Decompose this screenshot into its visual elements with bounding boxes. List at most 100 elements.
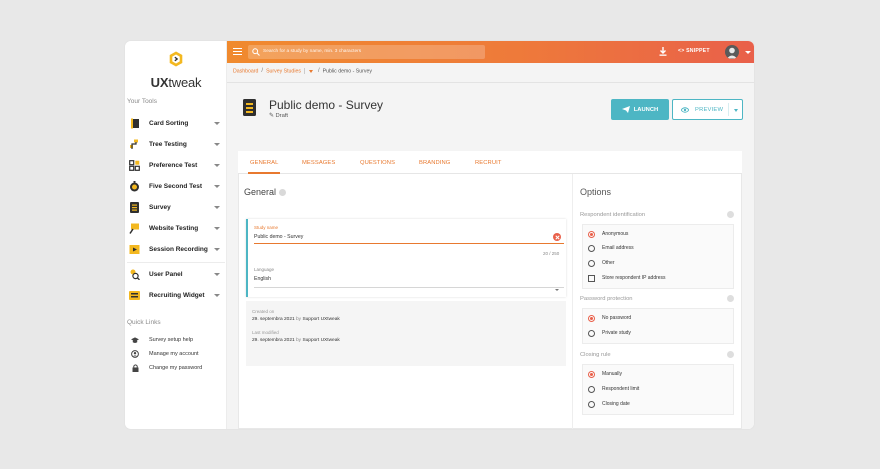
chevron-down-icon[interactable]: [214, 206, 220, 209]
quick-link-survey-setup-help[interactable]: Survey setup help: [125, 334, 227, 346]
radio-button[interactable]: [588, 259, 595, 267]
help-icon[interactable]: [727, 295, 734, 302]
nav-label: Card Sorting: [149, 119, 189, 127]
radio-button[interactable]: [588, 370, 595, 378]
quick-link-manage-account[interactable]: Manage my account: [125, 348, 227, 360]
radio-button[interactable]: [588, 385, 595, 393]
checkbox-store-ip[interactable]: Store respondent IP address: [588, 274, 666, 282]
help-icon[interactable]: [727, 211, 734, 218]
section-title-tools: Your Tools: [127, 98, 157, 105]
closing-rule-box: Manually Respondent limit Closing date: [582, 364, 734, 415]
checkbox[interactable]: [588, 274, 595, 282]
chevron-down-icon[interactable]: [214, 227, 220, 230]
help-icon[interactable]: [727, 351, 734, 358]
radio-manually[interactable]: Manually: [588, 370, 622, 378]
radio-button[interactable]: [588, 400, 595, 408]
chevron-down-icon[interactable]: [555, 289, 559, 291]
chevron-down-icon[interactable]: [214, 185, 220, 188]
chevron-down-icon[interactable]: [214, 122, 220, 125]
tab-questions[interactable]: QUESTIONS: [360, 160, 395, 166]
launch-button[interactable]: LAUNCH: [611, 99, 669, 120]
breadcrumb-survey-studies[interactable]: Survey Studies: [266, 68, 301, 74]
modified-label: Last modified: [252, 330, 279, 335]
nav-item-card-sorting[interactable]: Card Sorting: [125, 113, 227, 134]
nav-item-preference-test[interactable]: Preference Test: [125, 155, 227, 176]
recruiting-widget-icon: [129, 290, 140, 301]
preference-test-icon: [129, 160, 140, 171]
closing-rule-title: Closing rule: [580, 352, 611, 358]
chevron-down-icon[interactable]: [214, 273, 220, 276]
radio-closing-date[interactable]: Closing date: [588, 400, 630, 408]
survey-icon: [129, 202, 140, 213]
sidebar: UXtweak Your Tools Card Sorting Tree Tes…: [125, 41, 227, 429]
radio-button[interactable]: [588, 244, 595, 252]
general-form: Study name Public demo - Survey 20 / 250…: [246, 219, 566, 297]
chevron-down-icon[interactable]: [214, 248, 220, 251]
radio-respondent-limit[interactable]: Respondent limit: [588, 385, 639, 393]
nav-item-tree-testing[interactable]: Tree Testing: [125, 134, 227, 155]
option-label: Private study: [602, 330, 631, 336]
radio-button[interactable]: [588, 314, 595, 322]
chevron-down-icon[interactable]: [214, 294, 220, 297]
nav-item-recruiting-widget[interactable]: Recruiting Widget: [125, 285, 227, 306]
breadcrumb-dashboard[interactable]: Dashboard: [233, 68, 258, 74]
tab-general[interactable]: GENERAL: [247, 160, 281, 174]
tab-recruit[interactable]: RECRUIT: [475, 160, 501, 166]
clear-icon[interactable]: [553, 233, 561, 241]
language-select[interactable]: English: [254, 276, 271, 282]
radio-no-password[interactable]: No password: [588, 314, 631, 322]
preview-label: PREVIEW: [695, 107, 724, 113]
option-label: Anonymous: [602, 231, 629, 237]
nav-item-session-recording[interactable]: Session Recording: [125, 239, 227, 260]
quick-link-change-password[interactable]: Change my password: [125, 362, 227, 374]
divider: [127, 262, 225, 263]
study-name-label: Study name: [254, 225, 279, 230]
nav-label: Preference Test: [149, 161, 198, 169]
nav-item-user-panel[interactable]: User Panel: [125, 264, 227, 285]
radio-button[interactable]: [588, 230, 595, 238]
radio-button[interactable]: [588, 329, 595, 337]
radio-email-address[interactable]: Email address: [588, 244, 634, 252]
graduation-cap-icon: [131, 336, 139, 344]
option-label: No password: [602, 315, 632, 321]
respondent-identification-box: Anonymous Email address Other Store resp…: [582, 224, 734, 289]
search-input[interactable]: Search for a study by name, min. 3 chara…: [248, 45, 485, 59]
breadcrumb-current: Public demo - Survey: [322, 68, 372, 75]
snippet-button[interactable]: <> SNIPPET: [678, 48, 710, 54]
chevron-down-icon[interactable]: [745, 51, 751, 54]
status-badge: ✎ Draft: [269, 113, 288, 119]
nav-label: User Panel: [149, 270, 183, 278]
option-label: Other: [602, 260, 615, 266]
help-icon[interactable]: [279, 189, 287, 197]
search-placeholder: Search for a study by name, min. 3 chara…: [263, 49, 362, 54]
preview-button[interactable]: PREVIEW: [672, 99, 743, 120]
avatar[interactable]: [725, 45, 739, 59]
chevron-down-icon[interactable]: [734, 109, 738, 112]
study-name-field[interactable]: Public demo - Survey: [254, 234, 303, 240]
nav-label: Session Recording: [149, 245, 208, 253]
nav-item-website-testing[interactable]: Website Testing: [125, 218, 227, 239]
download-icon[interactable]: [659, 47, 667, 56]
nav-item-survey[interactable]: Survey: [125, 197, 227, 218]
radio-other[interactable]: Other: [588, 259, 615, 267]
divider: [572, 174, 573, 429]
radio-private-study[interactable]: Private study: [588, 329, 631, 337]
hamburger-menu-icon[interactable]: [233, 48, 242, 56]
nav-label: Recruiting Widget: [149, 291, 205, 299]
nav-item-five-second-test[interactable]: Five Second Test: [125, 176, 227, 197]
tab-messages[interactable]: MESSAGES: [302, 160, 335, 166]
section-title-quick-links: Quick Links: [127, 319, 161, 326]
main-content: Dashboard / Survey Studies / Public demo - S…: [227, 63, 754, 429]
tab-branding[interactable]: BRANDING: [419, 160, 450, 166]
launch-label: LAUNCH: [633, 106, 659, 113]
search-icon: [252, 48, 260, 56]
option-label: Store respondent IP address: [602, 275, 666, 281]
respondent-identification-title: Respondent identification: [580, 212, 646, 218]
chevron-down-icon[interactable]: [214, 143, 220, 146]
radio-anonymous[interactable]: Anonymous: [588, 230, 628, 238]
breadcrumb-dropdown-icon[interactable]: [308, 69, 313, 73]
section-heading-general: General: [244, 187, 287, 197]
chevron-down-icon[interactable]: [214, 164, 220, 167]
logo[interactable]: UXtweak: [125, 51, 227, 90]
status-text: Draft: [275, 113, 289, 119]
